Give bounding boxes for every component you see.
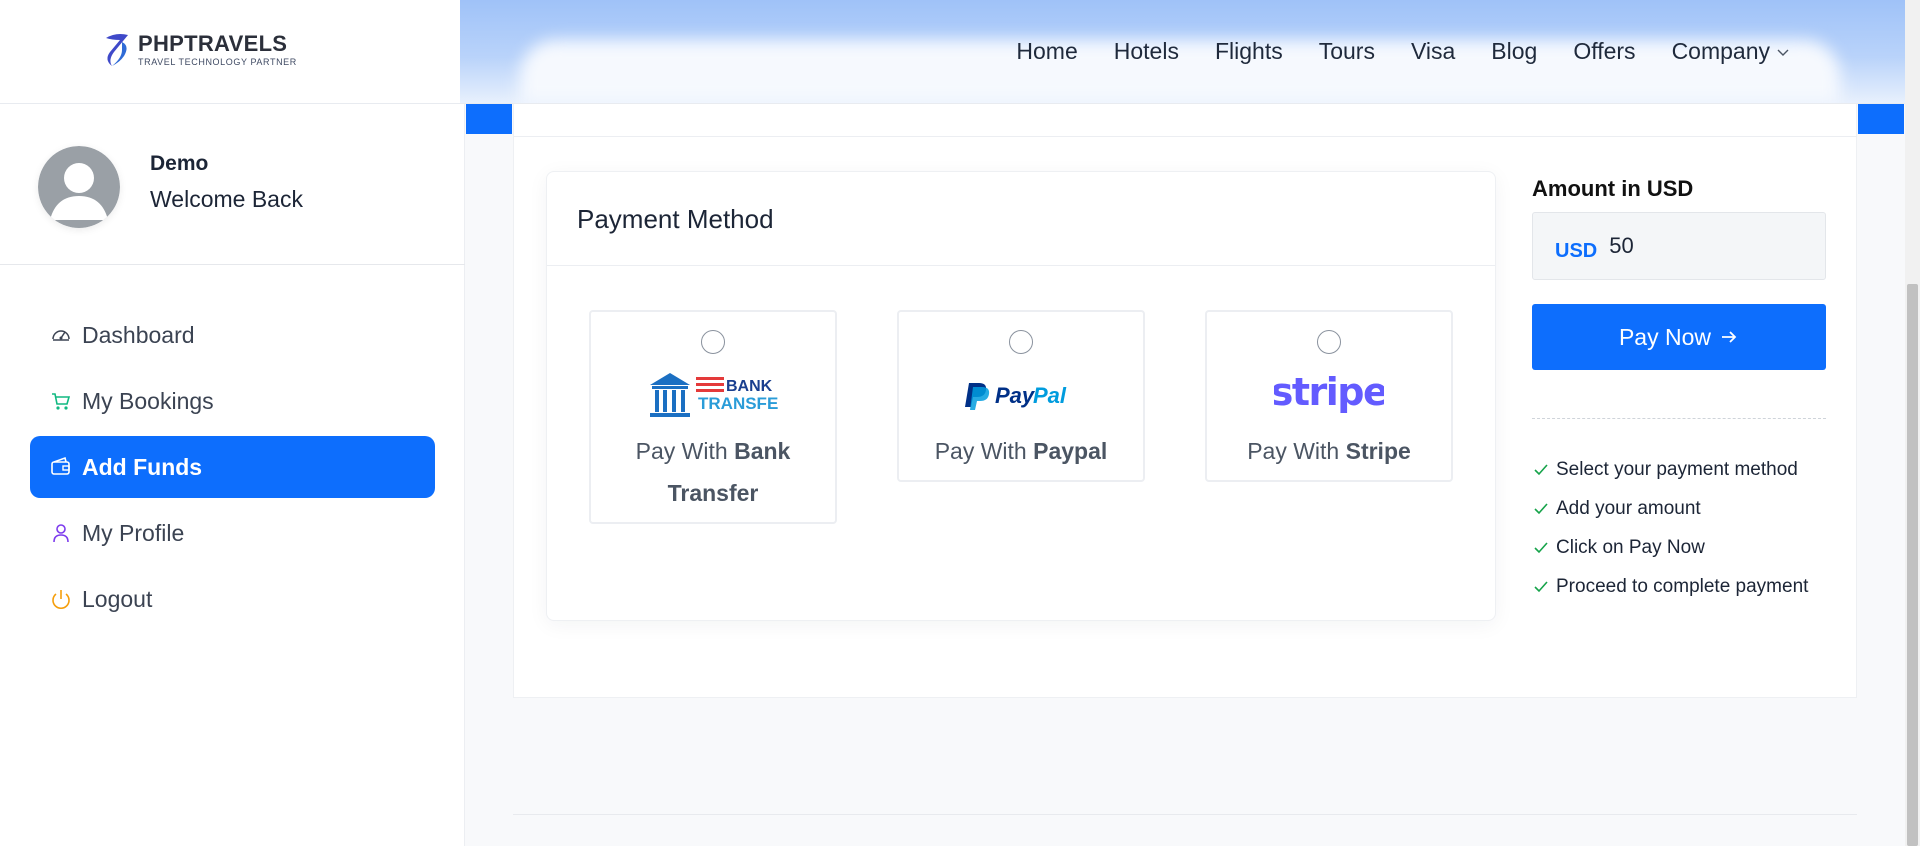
welcome-text: Welcome Back — [150, 185, 303, 212]
divider — [513, 136, 1857, 137]
stripe-radio[interactable] — [1317, 330, 1341, 354]
divider — [513, 814, 1857, 815]
payment-method-title: Payment Method — [577, 204, 774, 234]
sidebar-item-my-bookings[interactable]: My Bookings — [30, 370, 435, 432]
chevron-down-icon — [1777, 49, 1789, 56]
sidebar: Demo Welcome Back Dashboard My Bookings … — [0, 104, 465, 846]
dashed-divider — [1532, 418, 1826, 419]
paypal-icon: Pay Pal — [965, 383, 1067, 410]
nav-visa[interactable]: Visa — [1411, 38, 1455, 65]
power-icon — [52, 590, 70, 609]
list-item: Click on Pay Now — [1532, 528, 1808, 567]
sidebar-item-my-profile[interactable]: My Profile — [30, 502, 435, 564]
sidebar-item-logout[interactable]: Logout — [30, 568, 435, 630]
check-icon — [1534, 580, 1548, 592]
amount-field: USD — [1532, 212, 1826, 280]
divider — [547, 265, 1495, 266]
scrollbar-thumb[interactable] — [1907, 284, 1918, 846]
sidebar-menu: Dashboard My Bookings Add Funds My Profi… — [30, 304, 435, 634]
stripe-logo: stripe — [1207, 360, 1451, 430]
pay-now-button[interactable]: Pay Now — [1532, 304, 1826, 370]
payment-method-card: Payment Method BANK TRANSFER Pay With Ba… — [546, 171, 1496, 621]
bank-transfer-logo: BANK TRANSFER — [591, 360, 835, 430]
sidebar-item-add-funds[interactable]: Add Funds — [30, 436, 435, 498]
page-scrollbar[interactable] — [1905, 0, 1920, 846]
check-icon — [1534, 541, 1548, 553]
payment-steps-list: Select your payment method Add your amou… — [1532, 450, 1808, 606]
paypal-radio[interactable] — [1009, 330, 1033, 354]
user-icon — [53, 524, 69, 543]
sidebar-item-dashboard[interactable]: Dashboard — [30, 304, 435, 366]
user-card: Demo Welcome Back — [38, 146, 303, 228]
avatar[interactable] — [38, 146, 120, 228]
list-item: Select your payment method — [1532, 450, 1808, 489]
svg-text:Pay: Pay — [995, 383, 1036, 408]
check-icon — [1534, 463, 1548, 475]
divider — [0, 264, 465, 265]
cart-icon — [52, 393, 71, 410]
paypal-logo: Pay Pal — [899, 360, 1143, 430]
brand-logo[interactable]: PHPTRAVELS TRAVEL TECHNOLOGY PARTNER — [100, 30, 297, 70]
user-avatar-icon — [38, 146, 120, 228]
user-name: Demo — [150, 151, 209, 175]
list-item: Proceed to complete payment — [1532, 567, 1808, 606]
bank-icon: BANK TRANSFER — [650, 373, 778, 417]
svg-text:TRANSFER: TRANSFER — [698, 394, 778, 413]
main-nav: Home Hotels Flights Tours Visa Blog Offe… — [1016, 38, 1790, 65]
paypal-label: Pay With Paypal — [934, 438, 1108, 464]
bank-transfer-label: Pay With Bank Transfer — [635, 438, 791, 506]
stripe-label: Pay With Stripe — [1247, 438, 1411, 464]
nav-tours[interactable]: Tours — [1319, 38, 1375, 65]
top-header: PHPTRAVELS TRAVEL TECHNOLOGY PARTNER Hom… — [0, 0, 1920, 104]
nav-blog[interactable]: Blog — [1491, 38, 1537, 65]
stripe-icon: stripe — [1274, 370, 1384, 414]
brand-name: PHPTRAVELS — [138, 31, 288, 56]
nav-hotels[interactable]: Hotels — [1114, 38, 1179, 65]
bank-transfer-radio[interactable] — [701, 330, 725, 354]
amount-label: Amount in USD — [1532, 176, 1694, 201]
accent-strip — [1858, 104, 1904, 134]
arrow-right-icon — [1722, 331, 1737, 343]
list-item: Add your amount — [1532, 489, 1808, 528]
payment-option-stripe[interactable]: stripe Pay With Stripe — [1205, 310, 1453, 482]
svg-text:stripe: stripe — [1274, 370, 1384, 414]
svg-text:BANK: BANK — [726, 378, 773, 395]
amount-input[interactable] — [1609, 233, 1760, 259]
nav-home[interactable]: Home — [1016, 38, 1077, 65]
check-icon — [1534, 502, 1548, 514]
brand-mark-icon — [106, 34, 128, 66]
payment-option-paypal[interactable]: Pay Pal Pay With Paypal — [897, 310, 1145, 482]
nav-offers[interactable]: Offers — [1573, 38, 1635, 65]
payment-option-bank-transfer[interactable]: BANK TRANSFER Pay With Bank Transfer — [589, 310, 837, 524]
speedometer-icon — [52, 330, 70, 341]
accent-strip — [466, 104, 512, 134]
nav-flights[interactable]: Flights — [1215, 38, 1283, 65]
nav-company[interactable]: Company — [1672, 38, 1790, 65]
currency-badge: USD — [1555, 239, 1598, 262]
svg-text:Pal: Pal — [1033, 383, 1067, 408]
wallet-icon — [51, 456, 70, 475]
brand-tagline: TRAVEL TECHNOLOGY PARTNER — [138, 57, 297, 67]
